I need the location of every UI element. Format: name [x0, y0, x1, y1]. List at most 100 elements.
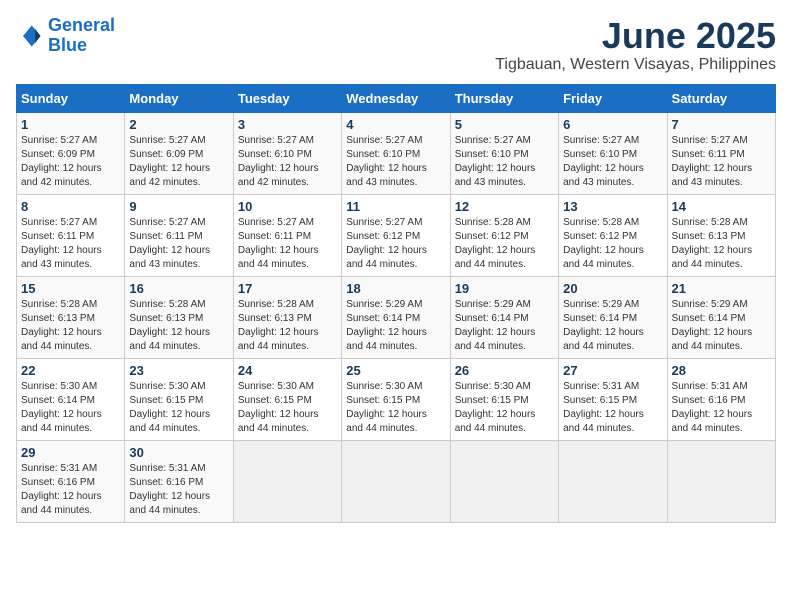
day-number: 21	[672, 281, 771, 296]
day-info: Sunrise: 5:27 AM Sunset: 6:10 PM Dayligh…	[455, 134, 554, 190]
day-info: Sunrise: 5:27 AM Sunset: 6:09 PM Dayligh…	[129, 134, 228, 190]
col-saturday: Saturday	[667, 84, 775, 112]
day-info: Sunrise: 5:27 AM Sunset: 6:10 PM Dayligh…	[238, 134, 337, 190]
day-number: 1	[21, 117, 120, 132]
day-number: 12	[455, 199, 554, 214]
day-number: 17	[238, 281, 337, 296]
col-sunday: Sunday	[17, 84, 125, 112]
day-info: Sunrise: 5:27 AM Sunset: 6:09 PM Dayligh…	[21, 134, 120, 190]
day-number: 25	[346, 363, 445, 378]
day-info: Sunrise: 5:28 AM Sunset: 6:13 PM Dayligh…	[129, 298, 228, 354]
day-info: Sunrise: 5:28 AM Sunset: 6:13 PM Dayligh…	[672, 216, 771, 272]
day-cell-17: 17 Sunrise: 5:28 AM Sunset: 6:13 PM Dayl…	[233, 276, 341, 358]
day-cell-20: 20 Sunrise: 5:29 AM Sunset: 6:14 PM Dayl…	[559, 276, 667, 358]
day-info: Sunrise: 5:27 AM Sunset: 6:10 PM Dayligh…	[563, 134, 662, 190]
day-info: Sunrise: 5:28 AM Sunset: 6:13 PM Dayligh…	[238, 298, 337, 354]
day-number: 7	[672, 117, 771, 132]
day-cell-6: 6 Sunrise: 5:27 AM Sunset: 6:10 PM Dayli…	[559, 112, 667, 194]
day-number: 6	[563, 117, 662, 132]
calendar-row: 1 Sunrise: 5:27 AM Sunset: 6:09 PM Dayli…	[17, 112, 776, 194]
day-number: 14	[672, 199, 771, 214]
day-info: Sunrise: 5:30 AM Sunset: 6:15 PM Dayligh…	[346, 380, 445, 436]
title-block: June 2025 Tigbauan, Western Visayas, Phi…	[495, 16, 776, 74]
col-thursday: Thursday	[450, 84, 558, 112]
page-header: General Blue June 2025 Tigbauan, Western…	[16, 16, 776, 74]
empty-cell	[559, 440, 667, 522]
logo: General Blue	[16, 16, 115, 56]
day-number: 4	[346, 117, 445, 132]
day-number: 22	[21, 363, 120, 378]
col-friday: Friday	[559, 84, 667, 112]
calendar-row: 8 Sunrise: 5:27 AM Sunset: 6:11 PM Dayli…	[17, 194, 776, 276]
day-cell-9: 9 Sunrise: 5:27 AM Sunset: 6:11 PM Dayli…	[125, 194, 233, 276]
day-info: Sunrise: 5:29 AM Sunset: 6:14 PM Dayligh…	[346, 298, 445, 354]
col-monday: Monday	[125, 84, 233, 112]
day-cell-12: 12 Sunrise: 5:28 AM Sunset: 6:12 PM Dayl…	[450, 194, 558, 276]
day-info: Sunrise: 5:31 AM Sunset: 6:15 PM Dayligh…	[563, 380, 662, 436]
day-cell-2: 2 Sunrise: 5:27 AM Sunset: 6:09 PM Dayli…	[125, 112, 233, 194]
day-cell-14: 14 Sunrise: 5:28 AM Sunset: 6:13 PM Dayl…	[667, 194, 775, 276]
day-number: 18	[346, 281, 445, 296]
day-cell-24: 24 Sunrise: 5:30 AM Sunset: 6:15 PM Dayl…	[233, 358, 341, 440]
day-cell-28: 28 Sunrise: 5:31 AM Sunset: 6:16 PM Dayl…	[667, 358, 775, 440]
day-cell-25: 25 Sunrise: 5:30 AM Sunset: 6:15 PM Dayl…	[342, 358, 450, 440]
day-number: 9	[129, 199, 228, 214]
header-row: Sunday Monday Tuesday Wednesday Thursday…	[17, 84, 776, 112]
day-cell-16: 16 Sunrise: 5:28 AM Sunset: 6:13 PM Dayl…	[125, 276, 233, 358]
day-cell-29: 29 Sunrise: 5:31 AM Sunset: 6:16 PM Dayl…	[17, 440, 125, 522]
day-number: 23	[129, 363, 228, 378]
day-info: Sunrise: 5:27 AM Sunset: 6:11 PM Dayligh…	[672, 134, 771, 190]
day-info: Sunrise: 5:29 AM Sunset: 6:14 PM Dayligh…	[563, 298, 662, 354]
calendar-body: 1 Sunrise: 5:27 AM Sunset: 6:09 PM Dayli…	[17, 112, 776, 522]
day-number: 28	[672, 363, 771, 378]
day-cell-15: 15 Sunrise: 5:28 AM Sunset: 6:13 PM Dayl…	[17, 276, 125, 358]
day-info: Sunrise: 5:29 AM Sunset: 6:14 PM Dayligh…	[672, 298, 771, 354]
calendar-table: Sunday Monday Tuesday Wednesday Thursday…	[16, 84, 776, 523]
day-info: Sunrise: 5:29 AM Sunset: 6:14 PM Dayligh…	[455, 298, 554, 354]
day-info: Sunrise: 5:30 AM Sunset: 6:15 PM Dayligh…	[455, 380, 554, 436]
day-number: 5	[455, 117, 554, 132]
day-number: 10	[238, 199, 337, 214]
day-cell-4: 4 Sunrise: 5:27 AM Sunset: 6:10 PM Dayli…	[342, 112, 450, 194]
day-info: Sunrise: 5:27 AM Sunset: 6:11 PM Dayligh…	[129, 216, 228, 272]
day-number: 15	[21, 281, 120, 296]
day-number: 2	[129, 117, 228, 132]
empty-cell	[667, 440, 775, 522]
day-cell-26: 26 Sunrise: 5:30 AM Sunset: 6:15 PM Dayl…	[450, 358, 558, 440]
day-cell-27: 27 Sunrise: 5:31 AM Sunset: 6:15 PM Dayl…	[559, 358, 667, 440]
day-info: Sunrise: 5:28 AM Sunset: 6:13 PM Dayligh…	[21, 298, 120, 354]
day-number: 8	[21, 199, 120, 214]
logo-text: General Blue	[48, 16, 115, 56]
col-tuesday: Tuesday	[233, 84, 341, 112]
day-cell-8: 8 Sunrise: 5:27 AM Sunset: 6:11 PM Dayli…	[17, 194, 125, 276]
day-info: Sunrise: 5:30 AM Sunset: 6:15 PM Dayligh…	[238, 380, 337, 436]
day-cell-22: 22 Sunrise: 5:30 AM Sunset: 6:14 PM Dayl…	[17, 358, 125, 440]
day-number: 16	[129, 281, 228, 296]
day-number: 29	[21, 445, 120, 460]
day-cell-30: 30 Sunrise: 5:31 AM Sunset: 6:16 PM Dayl…	[125, 440, 233, 522]
day-number: 11	[346, 199, 445, 214]
location-title: Tigbauan, Western Visayas, Philippines	[495, 56, 776, 74]
day-cell-18: 18 Sunrise: 5:29 AM Sunset: 6:14 PM Dayl…	[342, 276, 450, 358]
day-cell-13: 13 Sunrise: 5:28 AM Sunset: 6:12 PM Dayl…	[559, 194, 667, 276]
day-info: Sunrise: 5:27 AM Sunset: 6:10 PM Dayligh…	[346, 134, 445, 190]
day-number: 20	[563, 281, 662, 296]
day-number: 27	[563, 363, 662, 378]
day-number: 26	[455, 363, 554, 378]
empty-cell	[233, 440, 341, 522]
month-title: June 2025	[495, 16, 776, 56]
day-info: Sunrise: 5:30 AM Sunset: 6:14 PM Dayligh…	[21, 380, 120, 436]
calendar-header: Sunday Monday Tuesday Wednesday Thursday…	[17, 84, 776, 112]
day-info: Sunrise: 5:31 AM Sunset: 6:16 PM Dayligh…	[21, 462, 120, 518]
day-info: Sunrise: 5:28 AM Sunset: 6:12 PM Dayligh…	[563, 216, 662, 272]
day-number: 19	[455, 281, 554, 296]
day-info: Sunrise: 5:27 AM Sunset: 6:11 PM Dayligh…	[238, 216, 337, 272]
day-cell-1: 1 Sunrise: 5:27 AM Sunset: 6:09 PM Dayli…	[17, 112, 125, 194]
calendar-row: 29 Sunrise: 5:31 AM Sunset: 6:16 PM Dayl…	[17, 440, 776, 522]
day-info: Sunrise: 5:31 AM Sunset: 6:16 PM Dayligh…	[129, 462, 228, 518]
day-info: Sunrise: 5:31 AM Sunset: 6:16 PM Dayligh…	[672, 380, 771, 436]
calendar-row: 15 Sunrise: 5:28 AM Sunset: 6:13 PM Dayl…	[17, 276, 776, 358]
logo-general: General	[48, 15, 115, 35]
empty-cell	[342, 440, 450, 522]
logo-icon	[16, 22, 44, 50]
